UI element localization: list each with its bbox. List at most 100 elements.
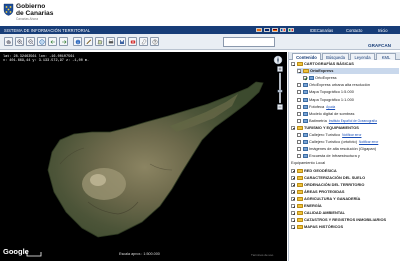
expand-icon[interactable] [291, 225, 295, 230]
layer-label: Callejero Turístico [309, 132, 341, 137]
layer-group[interactable]: AGRICULTURA Y GANADERÍA [291, 196, 360, 202]
next-view-button[interactable] [59, 37, 68, 46]
layer-label: MAPAS HISTÓRICOS [304, 224, 344, 230]
expand-icon[interactable] [291, 218, 295, 223]
layer-checkbox[interactable] [297, 118, 301, 123]
expand-icon[interactable] [291, 204, 295, 208]
layer-item[interactable]: OrtoExpress [303, 75, 337, 81]
area-icon [97, 39, 103, 45]
layer-item[interactable]: Fotofeca Ayuda [297, 104, 335, 110]
measure-area-button[interactable] [95, 37, 104, 46]
layer-group[interactable]: RED GEODÉSICA [291, 168, 337, 174]
expand-icon[interactable] [291, 182, 295, 187]
zoom-slider[interactable] [277, 66, 283, 110]
layer-item[interactable]: OrtoExpress urbana alta resolución [297, 82, 370, 88]
info-tool-button[interactable] [73, 37, 82, 46]
expand-icon[interactable] [291, 189, 295, 194]
expand-icon[interactable] [291, 211, 295, 216]
layer-item[interactable]: Callejero Turístico Notificar error [297, 132, 361, 138]
layer-group[interactable]: CATASTROS Y REGISTROS INMOBILIARIOS [291, 217, 386, 223]
pan-tool-button[interactable] [4, 37, 13, 46]
layer-group[interactable]: ENERGÍA [291, 203, 322, 209]
layer-checkbox[interactable] [297, 147, 301, 152]
layer-label: RED GEODÉSICA [304, 167, 337, 173]
layer-group[interactable]: MAPAS HISTÓRICOS [291, 224, 343, 230]
layer-checkbox[interactable] [297, 97, 301, 102]
printer-icon [108, 39, 114, 44]
layer-info-link[interactable]: Notificar error [342, 132, 361, 138]
layer-item[interactable]: Mapa Topográfico 1:5.000 [297, 89, 354, 95]
english-flag-icon[interactable] [264, 27, 270, 32]
layer-item[interactable]: Modelo digital de sombras [297, 111, 354, 117]
zoom-extent-button[interactable] [37, 37, 46, 46]
zoom-in-button[interactable] [15, 37, 24, 46]
layer-checkbox[interactable] [297, 90, 301, 95]
nav-link-contacto[interactable]: Contacto [346, 28, 362, 33]
layer-group[interactable]: TURISMO Y EQUIPAMIENTOS [291, 125, 359, 131]
help-button[interactable] [150, 37, 159, 46]
layer-item[interactable]: Mapa Topográfico 1:1.000 [297, 97, 354, 103]
expand-icon[interactable] [291, 168, 295, 173]
layer-checkbox[interactable] [297, 104, 301, 109]
spanish-flag-icon[interactable] [256, 27, 262, 32]
layer-group[interactable]: OrtoExpress [297, 68, 399, 75]
folder-icon [296, 225, 303, 230]
layer-label: TURISMO Y EQUIPAMIENTOS [304, 124, 359, 130]
german-flag-icon[interactable] [272, 27, 278, 32]
expand-icon[interactable] [291, 196, 295, 201]
arrow-right-icon [62, 40, 67, 44]
collapse-icon[interactable] [297, 69, 301, 74]
collapse-icon[interactable] [291, 62, 295, 66]
layer-checkbox[interactable] [297, 111, 301, 116]
google-logo: Google [3, 247, 29, 256]
scale-label: Escala aprox.: 1:500.000 [119, 252, 160, 256]
layer-checkbox[interactable] [297, 133, 301, 137]
french-flag-icon[interactable] [280, 27, 286, 32]
layer-group[interactable]: CARTOGRAFÍAS BÁSICAS [291, 61, 354, 67]
layer-label: ÁREAS PROTEGIDAS [304, 188, 345, 194]
map-view[interactable]: lat: 28.32463561 lon: -16.00107561 x: 40… [0, 52, 287, 261]
layer-info-link[interactable]: Ayuda [326, 104, 335, 110]
print-button[interactable] [106, 37, 115, 46]
layer-group[interactable]: ÁREAS PROTEGIDAS [291, 189, 344, 195]
canarias-logo-icon[interactable] [3, 3, 14, 16]
layer-item[interactable]: Imágenes de alta resolución (Gigapan) [297, 146, 376, 152]
nav-link-idecanarias[interactable]: IDECanarias [310, 28, 333, 33]
tab-contenido[interactable]: Contenido [292, 52, 321, 60]
system-title: SISTEMA DE INFORMACIÓN TERRITORIAL [4, 27, 91, 33]
layer-checkbox[interactable] [297, 83, 301, 88]
tab-busqueda[interactable]: Búsqueda [322, 52, 349, 60]
save-button[interactable] [117, 37, 126, 46]
grafcan-logo[interactable]: GRAFCAN [368, 43, 391, 48]
layer-group[interactable]: CARACTERIZACIÓN DEL SUELO [291, 175, 365, 181]
layer-info-link[interactable]: Instituto Español de Oceanografía [329, 118, 377, 124]
coordinate-readout: lat: 28.32463561 lon: -16.00107561 x: 40… [3, 55, 89, 64]
layer-group[interactable]: ORDENACIÓN DEL TERRITORIO [291, 182, 364, 188]
zoom-out-button[interactable] [26, 37, 35, 46]
government-title[interactable]: Gobierno de Canarias [16, 3, 53, 17]
layer-item[interactable]: Callejero Turístico (ortofoto) Notificar … [297, 139, 378, 145]
compass-icon[interactable] [273, 55, 283, 65]
layer-item[interactable]: Batimetría Instituto Español de Oceanogra… [297, 118, 377, 124]
tab-kml[interactable]: KML [376, 52, 396, 60]
collapse-icon[interactable] [291, 125, 295, 130]
link-button[interactable] [139, 37, 148, 46]
expand-icon[interactable] [291, 175, 295, 180]
search-input[interactable] [223, 36, 275, 47]
italian-flag-icon[interactable] [288, 27, 294, 32]
folder-icon [296, 182, 303, 187]
layer-checkbox[interactable] [303, 76, 307, 81]
layer-label: OrtoExpress [310, 68, 334, 74]
terms-link[interactable]: Términos de uso [251, 253, 273, 257]
layer-checkbox[interactable] [297, 140, 301, 145]
layer-label: Modelo digital de sombras [309, 110, 355, 116]
layer-info-link[interactable]: Notificar error [359, 139, 378, 145]
tab-leyenda[interactable]: Leyenda [350, 52, 375, 60]
measure-distance-button[interactable] [84, 37, 93, 46]
previous-view-button[interactable] [48, 37, 57, 46]
layer-item[interactable]: Encuesta de Infraestructura y [297, 153, 360, 159]
layer-group[interactable]: CALIDAD AMBIENTAL [291, 210, 345, 216]
nav-link-inicio[interactable]: Inicio [378, 28, 388, 33]
layer-checkbox[interactable] [297, 154, 301, 159]
clear-button[interactable] [128, 37, 137, 46]
